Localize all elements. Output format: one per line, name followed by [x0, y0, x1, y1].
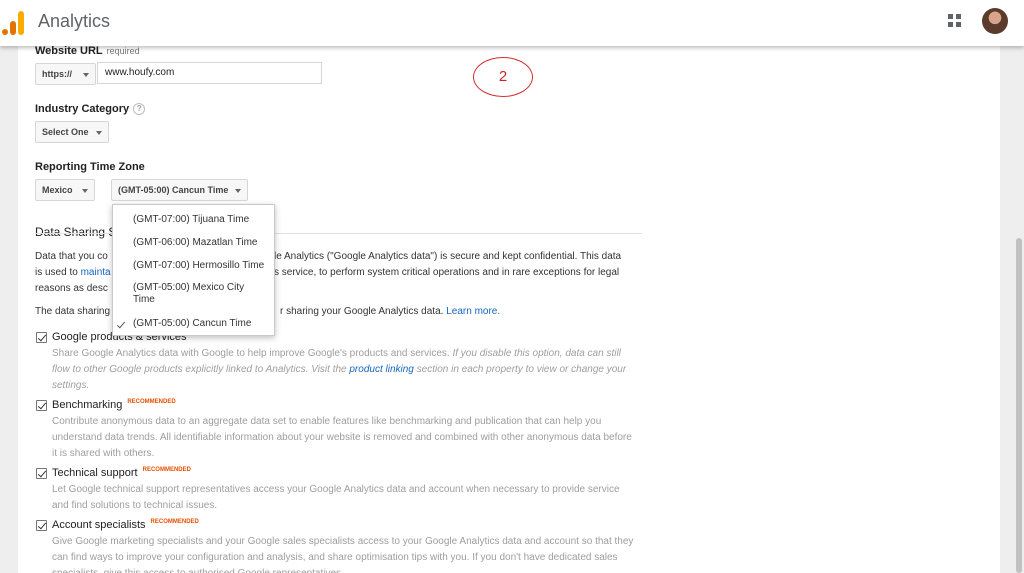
account-specialists-title: Account specialists RECOMMENDED — [52, 519, 199, 531]
website-url-label: Website URL required — [35, 45, 140, 57]
intro-line-2-left: is used to — [35, 267, 78, 278]
product-linking-link[interactable]: product linking — [349, 364, 413, 375]
required-note: required — [106, 46, 140, 56]
benchmarking-title: Benchmarking RECOMMENDED — [52, 399, 176, 411]
option-desc-plain: Share Google Analytics data with Google … — [52, 348, 450, 359]
time-zone-option[interactable]: (GMT-06:00) Mazatlan Time — [113, 237, 274, 249]
app-title: Analytics — [38, 11, 111, 31]
data-sharing-intro-right: le Analytics ("Google Analytics data") i… — [274, 249, 644, 281]
industry-category-select[interactable]: Select One — [35, 121, 109, 143]
user-avatar[interactable] — [982, 8, 1008, 34]
benchmarking-description: Contribute anonymous data to an aggregat… — [52, 416, 632, 459]
account-specialists-description: Give Google marketing specialists and yo… — [52, 536, 634, 573]
option-title-text: Technical support — [52, 467, 138, 479]
time-zone-option-label: (GMT-05:00) Cancun Time — [133, 318, 252, 329]
note-text: r sharing your Google Analytics data. — [280, 306, 444, 317]
time-zone-select[interactable]: (GMT-05:00) Cancun Time — [111, 179, 248, 201]
account-specialists-checkbox[interactable] — [36, 520, 47, 531]
recommended-badge: RECOMMENDED — [150, 519, 199, 525]
country-value: Mexico — [42, 185, 73, 195]
protocol-select[interactable]: https:// — [35, 63, 96, 85]
recommended-badge: RECOMMENDED — [142, 467, 191, 473]
technical-support-checkbox[interactable] — [36, 468, 47, 479]
time-zone-selected-value: (GMT-05:00) Cancun Time — [118, 185, 229, 195]
technical-support-description: Let Google technical support representat… — [52, 484, 620, 511]
recommended-badge: RECOMMENDED — [127, 399, 176, 405]
maintain-link[interactable]: mainta — [81, 267, 111, 278]
checkmark-icon — [116, 319, 126, 329]
chevron-down-icon — [82, 189, 88, 193]
data-sharing-title: Data Sharing S — [35, 225, 117, 239]
time-zone-country-select[interactable]: Mexico — [35, 179, 95, 201]
technical-support-title: Technical support RECOMMENDED — [52, 467, 191, 479]
website-url-value: www.houfy.com — [105, 67, 175, 78]
analytics-logo-icon[interactable] — [2, 9, 24, 35]
benchmarking-checkbox[interactable] — [36, 400, 47, 411]
website-url-input[interactable]: www.houfy.com — [97, 62, 322, 84]
time-zone-option[interactable]: (GMT-07:00) Hermosillo Time — [113, 260, 274, 272]
option-title-text: Benchmarking — [52, 399, 123, 411]
time-zone-option[interactable]: (GMT-05:00) Mexico City Time — [113, 282, 253, 306]
website-url-label-text: Website URL — [35, 45, 103, 57]
industry-selected-value: Select One — [42, 127, 89, 137]
top-app-bar: Analytics — [0, 0, 1024, 46]
intro-line-2-right: s service, to perform system critical op… — [274, 267, 620, 278]
annotation-circle: 2 — [473, 57, 533, 97]
industry-label-text: Industry Category — [35, 103, 130, 115]
intro-line-1-right: le Analytics ("Google Analytics data") i… — [274, 251, 622, 262]
data-sharing-note-right: r sharing your Google Analytics data. Le… — [280, 304, 500, 320]
annotation-number: 2 — [498, 68, 508, 85]
chevron-down-icon — [96, 131, 102, 135]
protocol-value: https:// — [42, 69, 72, 79]
apps-grid-icon[interactable] — [948, 14, 962, 28]
help-icon[interactable]: ? — [133, 103, 146, 116]
time-zone-dropdown-menu: (GMT-07:00) Tijuana Time (GMT-06:00) Maz… — [112, 204, 275, 336]
chevron-down-icon — [235, 189, 241, 193]
time-zone-option-selected[interactable]: (GMT-05:00) Cancun Time — [113, 318, 274, 330]
industry-category-label: Industry Category? — [35, 103, 146, 116]
google-products-checkbox[interactable] — [36, 332, 47, 343]
google-products-description: Share Google Analytics data with Google … — [52, 346, 637, 394]
time-zone-option[interactable]: (GMT-07:00) Tijuana Time — [113, 214, 274, 226]
option-title-text: Account specialists — [52, 519, 146, 531]
data-sharing-note-left: The data sharing — [35, 306, 111, 317]
chevron-down-icon — [83, 73, 89, 77]
learn-more-link[interactable]: Learn more. — [446, 306, 500, 317]
time-zone-label: Reporting Time Zone — [35, 161, 145, 173]
page-scrollbar[interactable] — [1016, 238, 1022, 573]
